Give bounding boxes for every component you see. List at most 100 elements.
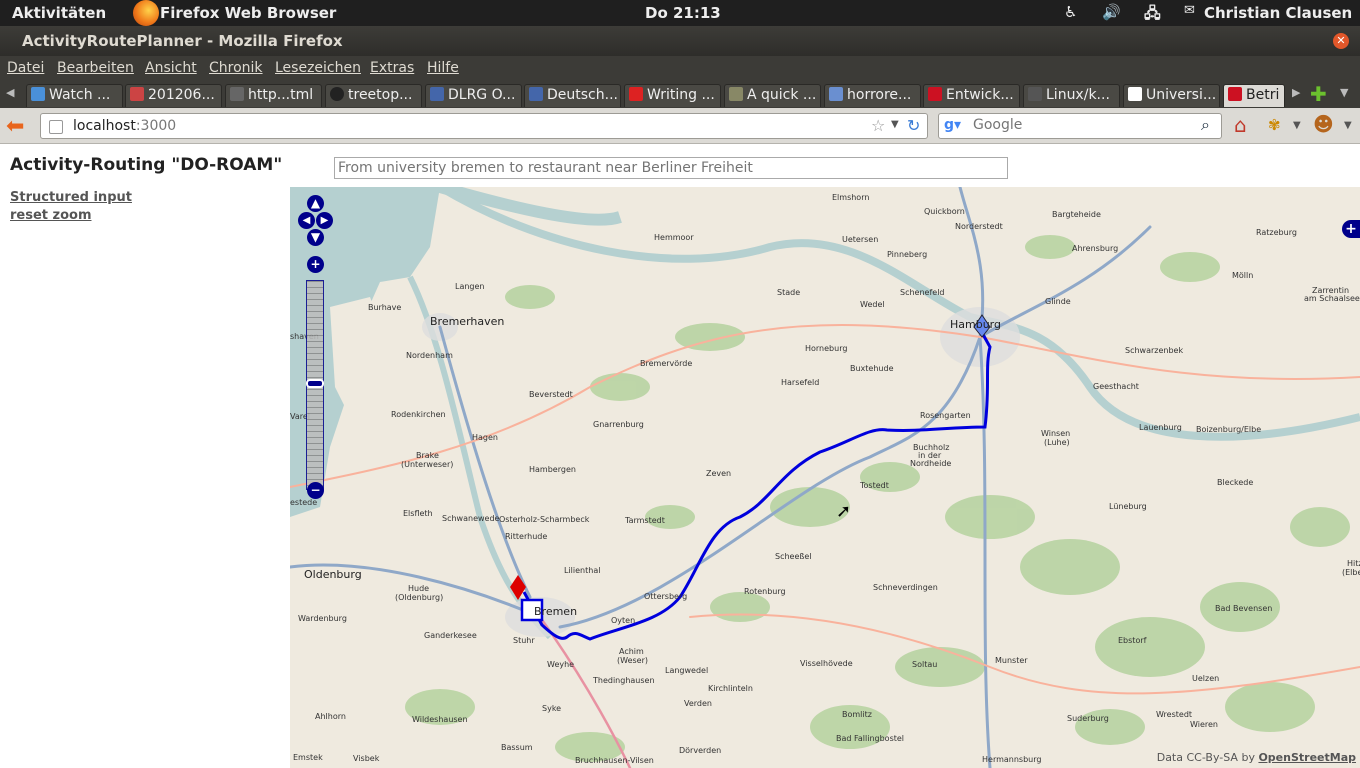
menu-hilfe[interactable]: Hilfe: [427, 60, 459, 76]
user-menu[interactable]: Christian Clausen: [1204, 4, 1352, 22]
place-label: Hemmoor: [654, 233, 694, 242]
place-label: Bruchhausen-Vilsen: [575, 756, 654, 765]
address-bar[interactable]: localhost:3000 ☆ ▼ ↻: [40, 113, 928, 139]
tab[interactable]: treetop...: [325, 84, 422, 107]
tab-label: Betri: [1246, 87, 1280, 103]
new-tab-icon[interactable]: ✚: [1310, 82, 1327, 106]
tab-favicon-icon: [230, 87, 244, 101]
tab[interactable]: Deutsch...: [524, 84, 621, 107]
place-label: Wrestedt: [1156, 710, 1193, 719]
search-icon[interactable]: ⌕: [1201, 115, 1210, 135]
place-label: am Schaalsee: [1304, 294, 1360, 303]
map-view[interactable]: Elmshorn Quickborn Norderstedt Bargtehei…: [290, 187, 1360, 768]
tabs-scroll-right-icon[interactable]: ▶: [1292, 86, 1300, 99]
place-label: Norderstedt: [955, 222, 1003, 231]
extension-dropdown-icon[interactable]: ▼: [1344, 120, 1352, 131]
volume-icon[interactable]: 🔊: [1102, 3, 1121, 21]
tab-label: A quick ...: [747, 87, 817, 103]
menu-extras[interactable]: Extras: [370, 60, 414, 76]
place-label: Tarmstedt: [625, 516, 665, 525]
tab-favicon-icon: [829, 87, 843, 101]
place-label: Mölln: [1232, 271, 1254, 280]
activities-button[interactable]: Aktivitäten: [12, 4, 106, 22]
clock[interactable]: Do 21:13: [645, 4, 721, 22]
menu-lesezeichen[interactable]: Lesezeichen: [275, 60, 361, 76]
menu-chronik[interactable]: Chronik: [209, 60, 263, 76]
place-label: Stuhr: [513, 636, 535, 645]
structured-input-link[interactable]: Structured input: [10, 189, 132, 207]
accessibility-icon[interactable]: ♿: [1064, 3, 1077, 21]
pan-left-icon[interactable]: ◀: [298, 212, 315, 229]
place-label: Elmshorn: [832, 193, 870, 202]
place-label: Lilienthal: [564, 566, 601, 575]
url-text[interactable]: localhost:3000: [73, 118, 176, 134]
home-icon[interactable]: ⌂: [1234, 113, 1247, 137]
place-label: Langen: [455, 282, 485, 291]
url-port: :3000: [135, 118, 177, 134]
place-label: Hagen: [472, 433, 498, 442]
place-label: (Luhe): [1044, 438, 1070, 447]
pan-up-icon[interactable]: ▲: [307, 195, 324, 212]
tab[interactable]: Entwick...: [923, 84, 1020, 107]
menu-datei[interactable]: Datei: [7, 60, 44, 76]
app-menu-label[interactable]: Firefox Web Browser: [160, 4, 336, 22]
back-arrow-icon[interactable]: ⬅: [6, 114, 24, 139]
zoom-slider-handle[interactable]: [306, 379, 324, 388]
pan-down-icon[interactable]: ▼: [307, 229, 324, 246]
place-label: Hambergen: [529, 465, 576, 474]
google-engine-icon[interactable]: g▾: [944, 117, 961, 133]
place-label: Wieren: [1190, 720, 1218, 729]
place-label: Ottersberg: [644, 592, 688, 601]
tab-label: Universi...: [1146, 87, 1217, 103]
search-input[interactable]: [973, 117, 1193, 133]
extension-dropdown-icon[interactable]: ▼: [1293, 120, 1301, 131]
place-label: Schneverdingen: [873, 583, 938, 592]
openstreetmap-link[interactable]: OpenStreetMap: [1258, 751, 1356, 764]
extension-bee-icon[interactable]: ✾: [1268, 116, 1281, 134]
place-label: Visselhövede: [800, 659, 853, 668]
tab[interactable]: Writing ...: [624, 84, 721, 107]
place-label: Osterholz-Scharmbeck: [499, 515, 590, 524]
close-icon[interactable]: ✕: [1333, 33, 1349, 49]
tab-label: Linux/k...: [1046, 87, 1110, 103]
search-bar[interactable]: g▾ ⌕: [938, 113, 1222, 139]
tab[interactable]: Linux/k...: [1023, 84, 1120, 107]
zoom-out-icon[interactable]: −: [307, 482, 324, 499]
tab[interactable]: Watch ...: [26, 84, 123, 107]
place-label: Gnarrenburg: [593, 420, 644, 429]
tab-active[interactable]: Betri: [1223, 84, 1285, 107]
window-title: ActivityRoutePlanner - Mozilla Firefox: [22, 32, 343, 50]
place-label: Zeven: [706, 469, 732, 478]
start-marker[interactable]: [510, 575, 526, 600]
bookmark-star-icon[interactable]: ☆: [871, 116, 885, 135]
reset-zoom-link[interactable]: reset zoom: [10, 207, 132, 225]
menu-bearbeiten[interactable]: Bearbeiten: [57, 60, 134, 76]
route-query-input[interactable]: [334, 157, 1008, 179]
tab-list-icon[interactable]: ▼: [1340, 86, 1348, 99]
zoom-in-icon[interactable]: +: [307, 256, 324, 273]
place-label: Uetersen: [842, 235, 879, 244]
layer-switcher-icon[interactable]: +: [1342, 220, 1360, 238]
place-label: Bremervörde: [640, 359, 693, 368]
tab[interactable]: 201206...: [125, 84, 222, 107]
chat-icon[interactable]: ✉: [1184, 3, 1195, 18]
firefox-icon: [133, 0, 159, 26]
tab[interactable]: horrore...: [824, 84, 921, 107]
greasemonkey-icon[interactable]: ☻: [1313, 112, 1334, 136]
page-identity-icon[interactable]: [49, 120, 63, 134]
tab[interactable]: A quick ...: [724, 84, 821, 107]
network-icon[interactable]: 🖧: [1144, 3, 1161, 28]
tab-label: Entwick...: [946, 87, 1014, 103]
reload-icon[interactable]: ↻: [907, 116, 920, 135]
tab[interactable]: http...tml: [225, 84, 322, 107]
pan-right-icon[interactable]: ▶: [316, 212, 333, 229]
place-label: Schwanewede: [442, 514, 500, 523]
place-label: Brake: [416, 451, 439, 460]
tabs-scroll-left-icon[interactable]: ◀: [6, 86, 14, 99]
tab-label: Watch ...: [49, 87, 111, 103]
place-label: Langwedel: [665, 666, 709, 675]
tab[interactable]: Universi...: [1123, 84, 1220, 107]
url-history-dropdown-icon[interactable]: ▼: [891, 119, 899, 130]
menu-ansicht[interactable]: Ansicht: [145, 60, 197, 76]
tab[interactable]: DLRG O...: [425, 84, 522, 107]
